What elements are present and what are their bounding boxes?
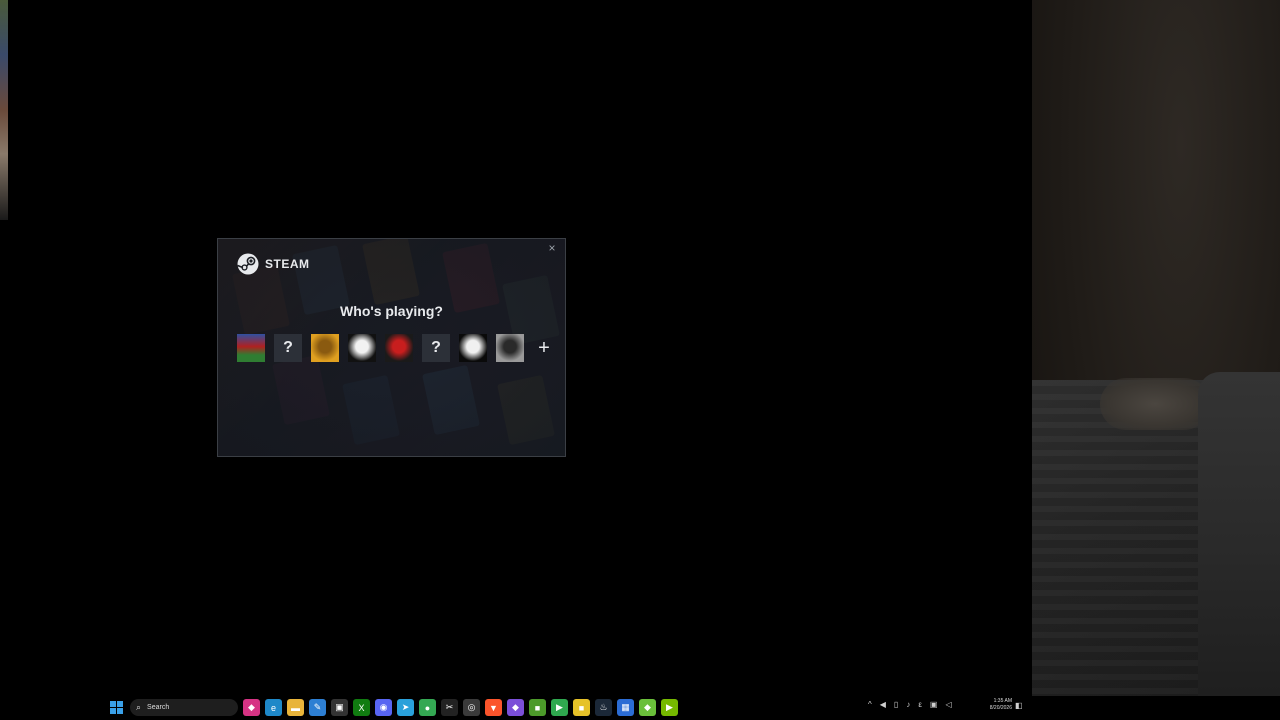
app-nvidia-icon[interactable]: ▶ — [661, 699, 678, 716]
black-white-hand-avatar[interactable] — [459, 334, 487, 362]
green-character-avatar[interactable] — [237, 334, 265, 362]
add-account-button[interactable]: + — [533, 334, 555, 362]
speaker-icon[interactable]: ◁ — [945, 700, 951, 709]
show-hidden-icons[interactable]: ^ — [868, 700, 872, 709]
discord-icon[interactable]: ◉ — [375, 699, 392, 716]
brave-icon[interactable]: ▼ — [485, 699, 502, 716]
telegram-icon[interactable]: ➤ — [397, 699, 414, 716]
app-yellow-icon[interactable]: ■ — [573, 699, 590, 716]
windows-taskbar: ⌕ Search ◆ e ▬ ✎ ▣ X ◉ ➤ ● ✂ ◎ ▼ ◆ ■ ▶ ■ ♨ ▦ ◆ ▶ ^ ◀ ▯ ♪ ε ▣ ◁ 1:… — [0, 696, 1280, 720]
search-icon: ⌕ — [136, 702, 142, 712]
minecraft-icon[interactable]: ■ — [529, 699, 546, 716]
app-pink-icon[interactable]: ◆ — [243, 699, 260, 716]
mic-icon[interactable]: ♪ — [906, 700, 910, 709]
steam-logo: STEAM — [237, 253, 310, 275]
red-cap-character-avatar[interactable] — [385, 334, 413, 362]
xbox-icon[interactable]: X — [353, 699, 370, 716]
app-green-icon[interactable]: ▶ — [551, 699, 568, 716]
volume-icon[interactable]: ◀ — [880, 700, 886, 709]
clock-time: 1:35 AM — [993, 698, 1012, 704]
camera-pillow — [1100, 378, 1210, 430]
notification-icon[interactable]: ◧ — [1015, 701, 1023, 710]
unknown-avatar[interactable]: ? — [274, 334, 302, 362]
whos-playing-title: Who's playing? — [340, 303, 443, 319]
clock[interactable]: 1:35 AM 8/20/2026 — [980, 698, 1012, 712]
taskbar-search[interactable]: ⌕ Search — [130, 699, 238, 716]
file-explorer-icon[interactable]: ▬ — [287, 699, 304, 716]
app-purple-icon[interactable]: ◆ — [507, 699, 524, 716]
gray-figure-avatar[interactable] — [496, 334, 524, 362]
steam-wordmark: STEAM — [265, 257, 310, 271]
white-hand-avatar[interactable] — [348, 334, 376, 362]
chrome-icon[interactable]: ● — [419, 699, 436, 716]
capcut-icon[interactable]: ✂ — [441, 699, 458, 716]
notepad-icon[interactable]: ✎ — [309, 699, 326, 716]
network-icon[interactable]: ▣ — [930, 700, 938, 709]
app-blue-icon[interactable]: ▦ — [617, 699, 634, 716]
background-window-sliver — [0, 0, 8, 220]
steam-account-picker-dialog: × STEAM Who's playing? ?? + — [217, 238, 566, 457]
windows-logo-pane — [117, 708, 123, 714]
unknown-avatar[interactable]: ? — [422, 334, 450, 362]
close-button[interactable]: × — [545, 241, 559, 255]
gold-character-avatar[interactable] — [311, 334, 339, 362]
system-tray: ^ ◀ ▯ ♪ ε ▣ ◁ — [868, 700, 952, 709]
windows-logo-pane — [110, 708, 116, 714]
keyboard-layout-icon[interactable]: ε — [918, 700, 922, 709]
steam-logo-icon — [237, 253, 259, 275]
start-button[interactable] — [110, 701, 123, 714]
app-lime-icon[interactable]: ◆ — [639, 699, 656, 716]
clock-date: 8/20/2026 — [989, 705, 1012, 711]
obs-icon[interactable]: ◎ — [463, 699, 480, 716]
windows-logo-pane — [117, 701, 123, 707]
steam-icon[interactable]: ♨ — [595, 699, 612, 716]
windows-logo-pane — [110, 701, 116, 707]
camera-cushion — [1198, 372, 1280, 720]
pinned-apps: ◆ e ▬ ✎ ▣ X ◉ ➤ ● ✂ ◎ ▼ ◆ ■ ▶ ■ ♨ ▦ ◆ ▶ — [243, 699, 678, 716]
search-placeholder: Search — [147, 704, 170, 711]
battery-icon[interactable]: ▯ — [894, 700, 898, 709]
terminal-icon[interactable]: ▣ — [331, 699, 348, 716]
account-list: ?? + — [237, 334, 555, 362]
edge-icon[interactable]: e — [265, 699, 282, 716]
